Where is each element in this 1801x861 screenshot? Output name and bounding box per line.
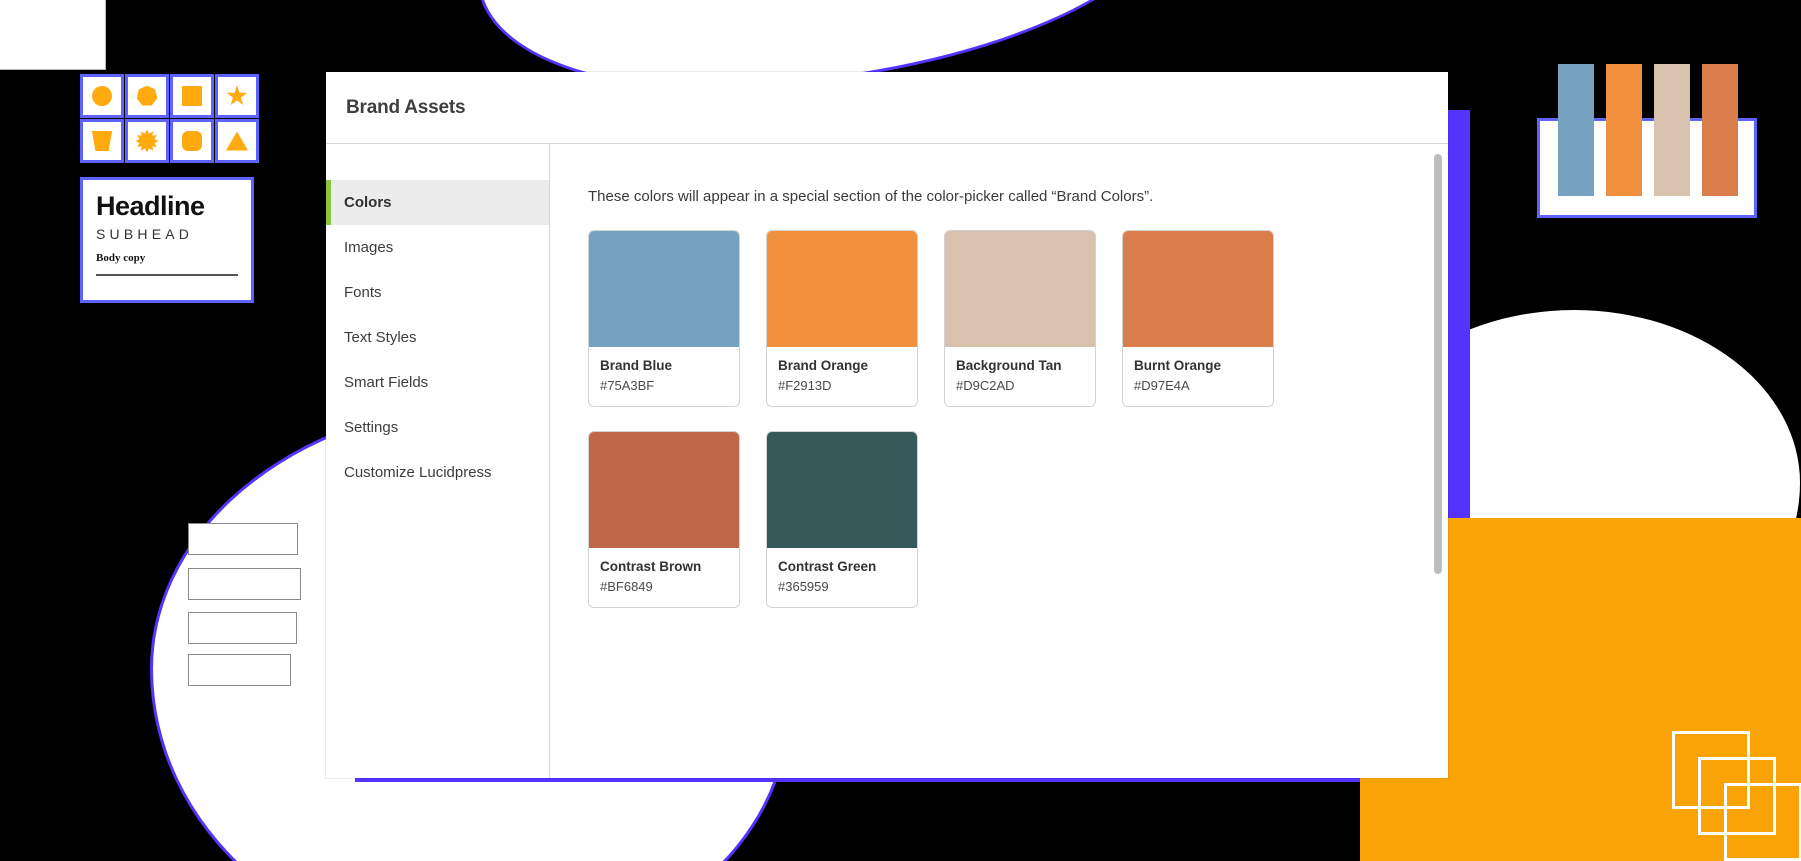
chart-bar <box>1654 64 1690 196</box>
decorative-white-rectangle <box>0 0 106 70</box>
trapezoid-icon <box>91 131 113 151</box>
settings-sidebar: Colors Images Fonts Text Styles Smart Fields… <box>326 144 550 778</box>
sidebar-item-label: Settings <box>344 419 399 436</box>
rounded-square-icon <box>182 131 202 151</box>
color-swatch-preview[interactable] <box>945 231 1095 347</box>
color-swatch-hex: #365959 <box>778 579 829 594</box>
decorative-square-outline <box>1724 783 1801 861</box>
sidebar-item-label: Text Styles <box>344 329 417 346</box>
sidebar-item-label: Images <box>344 239 394 256</box>
icon-cell <box>215 119 259 163</box>
decorative-bar <box>188 654 291 686</box>
sidebar-item-smart-fields[interactable]: Smart Fields <box>326 360 549 405</box>
decorative-bar <box>188 612 297 644</box>
square-icon <box>182 86 202 106</box>
color-swatch-meta: Contrast Brown #BF6849 <box>589 548 739 607</box>
content-scrollbar-thumb[interactable] <box>1434 154 1442 574</box>
color-swatch-card[interactable]: Burnt Orange #D97E4A <box>1122 230 1274 407</box>
heptagon-icon <box>136 85 158 106</box>
color-swatch-hex: #D9C2AD <box>956 378 1015 393</box>
icon-cell <box>125 74 169 118</box>
icon-cell <box>170 74 214 118</box>
sidebar-item-label: Fonts <box>344 284 382 301</box>
color-swatch-hex: #BF6849 <box>600 579 653 594</box>
dialog-header: Brand Assets <box>326 72 1448 144</box>
brand-assets-dialog: Brand Assets Colors Images Fonts Text Style… <box>326 72 1448 778</box>
sidebar-item-label: Smart Fields <box>344 374 429 391</box>
type-specimen-headline: Headline <box>96 191 205 221</box>
type-specimen-subhead: SUBHEAD <box>96 226 194 243</box>
sidebar-item-text-styles[interactable]: Text Styles <box>326 315 549 360</box>
color-swatch-hex: #F2913D <box>778 378 832 393</box>
color-swatch-hex: #D97E4A <box>1134 378 1190 393</box>
decorative-bar <box>188 568 301 600</box>
color-swatch-hex: #75A3BF <box>600 378 655 393</box>
page-title: Brand Assets <box>346 96 466 118</box>
color-swatch-card[interactable]: Contrast Green #365959 <box>766 431 918 608</box>
decorative-bar <box>188 523 298 555</box>
sidebar-item-label: Customize Lucidpress <box>344 464 492 481</box>
color-swatch-card[interactable]: Background Tan #D9C2AD <box>944 230 1096 407</box>
color-swatch-card[interactable]: Brand Blue #75A3BF <box>588 230 740 407</box>
sidebar-item-settings[interactable]: Settings <box>326 405 549 450</box>
dialog-body: Colors Images Fonts Text Styles Smart Fields… <box>326 144 1448 778</box>
sidebar-item-fonts[interactable]: Fonts <box>326 270 549 315</box>
type-specimen-body: Body copy <box>96 252 146 265</box>
color-swatch-preview[interactable] <box>1123 231 1273 347</box>
color-swatch-meta: Contrast Green #365959 <box>767 548 917 607</box>
chart-bar <box>1606 64 1642 196</box>
decorative-type-specimen: Headline SUBHEAD Body copy <box>80 177 254 303</box>
icon-cell <box>215 74 259 118</box>
colors-description: These colors will appear in a special se… <box>588 188 1154 205</box>
color-swatch-name: Burnt Orange <box>1134 358 1222 373</box>
colors-panel: These colors will appear in a special se… <box>550 144 1448 778</box>
color-swatch-name: Contrast Green <box>778 559 877 574</box>
triangle-icon <box>226 131 248 151</box>
decorative-bar-chart <box>1558 64 1738 196</box>
type-specimen-rule <box>96 274 238 277</box>
screenshot-stage: Headline SUBHEAD Body copy Brand Assets … <box>0 0 1801 861</box>
color-swatch-card[interactable]: Brand Orange #F2913D <box>766 230 918 407</box>
decorative-icon-grid <box>80 74 259 163</box>
color-swatch-meta: Brand Blue #75A3BF <box>589 347 739 406</box>
color-swatch-meta: Background Tan #D9C2AD <box>945 347 1095 406</box>
star-icon <box>226 85 248 106</box>
brand-colors-grid: Brand Blue #75A3BF Brand Orange #F2913D Back… <box>588 230 1318 608</box>
color-swatch-name: Background Tan <box>956 358 1062 373</box>
color-swatch-card[interactable]: Contrast Brown #BF6849 <box>588 431 740 608</box>
icon-cell <box>170 119 214 163</box>
color-swatch-preview[interactable] <box>589 432 739 548</box>
color-swatch-name: Contrast Brown <box>600 559 702 574</box>
color-swatch-name: Brand Orange <box>778 358 869 373</box>
burst-icon <box>135 129 159 153</box>
color-swatch-preview[interactable] <box>767 231 917 347</box>
sidebar-item-images[interactable]: Images <box>326 225 549 270</box>
icon-cell <box>80 119 124 163</box>
color-swatch-name: Brand Blue <box>600 358 673 373</box>
color-swatch-preview[interactable] <box>589 231 739 347</box>
color-swatch-meta: Brand Orange #F2913D <box>767 347 917 406</box>
color-swatch-preview[interactable] <box>767 432 917 548</box>
sidebar-item-label: Colors <box>344 194 392 211</box>
sidebar-item-customize-lucidpress[interactable]: Customize Lucidpress <box>326 450 549 495</box>
content-scrollbar[interactable] <box>1434 154 1442 768</box>
icon-cell <box>80 74 124 118</box>
chart-bar <box>1702 64 1738 196</box>
sidebar-item-colors[interactable]: Colors <box>326 180 549 225</box>
color-swatch-meta: Burnt Orange #D97E4A <box>1123 347 1273 406</box>
chart-bar <box>1558 64 1594 196</box>
icon-cell <box>125 119 169 163</box>
circle-icon <box>92 86 112 106</box>
